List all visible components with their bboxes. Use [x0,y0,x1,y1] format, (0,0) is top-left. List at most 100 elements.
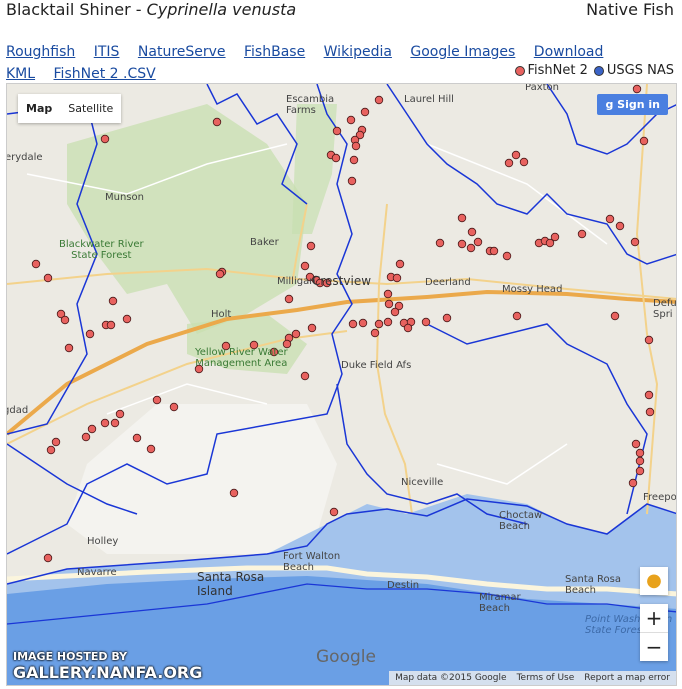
fishnet-observation-marker[interactable] [435,238,445,248]
fishnet-observation-marker[interactable] [122,314,132,324]
fishnet-observation-marker[interactable] [644,390,654,400]
terms-link[interactable]: Terms of Use [517,673,575,683]
fishnet-observation-marker[interactable] [635,466,645,476]
fishnet-observation-marker[interactable] [519,157,529,167]
fishnet-observation-marker[interactable] [31,259,41,269]
fishnet-observation-marker[interactable] [403,323,413,333]
fishnet-observation-marker[interactable] [331,153,341,163]
fishnet-observation-marker[interactable] [152,395,162,405]
fishnet-observation-marker[interactable] [645,407,655,417]
fishnet-observation-marker[interactable] [383,317,393,327]
fishnet-observation-marker[interactable] [43,273,53,283]
map-type-satellite-button[interactable]: Satellite [60,94,121,123]
fishnet-observation-marker[interactable] [390,307,400,317]
fishnet-observation-marker[interactable] [108,296,118,306]
fishnet-observation-marker[interactable] [46,445,56,455]
zoom-in-button[interactable]: + [640,604,668,632]
fishnet-observation-marker[interactable] [442,313,452,323]
link-fishnet-csv[interactable]: FishNet 2 .CSV [54,66,156,82]
fishnet-observation-marker[interactable] [347,176,357,186]
fishnet-observation-marker[interactable] [512,311,522,321]
zoom-out-button[interactable]: − [640,632,668,661]
native-status: Native Fish [586,0,674,19]
fishnet-observation-marker[interactable] [348,319,358,329]
fishnet-observation-marker[interactable] [383,289,393,299]
fishnet-observation-marker[interactable] [212,117,222,127]
label-laurel-hill: Laurel Hill [404,94,454,105]
fishnet-observation-marker[interactable] [169,402,179,412]
fishnet-observation-marker[interactable] [351,141,361,151]
fishnet-observation-marker[interactable] [511,150,521,160]
pegman-icon[interactable]: ● [640,567,668,595]
page-title: Blacktail Shiner - Cyprinella venusta [6,0,296,19]
fishnet-observation-marker[interactable] [421,317,431,327]
fishnet-observation-marker[interactable] [300,371,310,381]
fishnet-observation-marker[interactable] [132,433,142,443]
fishnet-observation-marker[interactable] [374,319,384,329]
fishnet-observation-marker[interactable] [635,448,645,458]
fishnet-observation-marker[interactable] [215,269,225,279]
link-google-images[interactable]: Google Images [410,44,515,60]
fishnet-observation-marker[interactable] [370,328,380,338]
fishnet-observation-marker[interactable] [110,418,120,428]
fishnet-observation-marker[interactable] [615,221,625,231]
fishnet-observation-marker[interactable] [360,107,370,117]
fishnet-observation-marker[interactable] [457,239,467,249]
sign-in-button[interactable]: g Sign in [597,94,668,115]
link-itis[interactable]: ITIS [94,44,120,60]
link-roughfish[interactable]: Roughfish [6,44,75,60]
fishnet-observation-marker[interactable] [384,299,394,309]
fishnet-observation-marker[interactable] [115,409,125,419]
fishnet-observation-marker[interactable] [628,478,638,488]
fishnet-observation-marker[interactable] [489,246,499,256]
link-wikipedia[interactable]: Wikipedia [324,44,392,60]
fishnet-observation-marker[interactable] [85,329,95,339]
fishnet-observation-marker[interactable] [466,243,476,253]
fishnet-observation-marker[interactable] [329,507,339,517]
fishnet-observation-marker[interactable] [457,213,467,223]
fishnet-observation-marker[interactable] [550,232,560,242]
map-type-map-button[interactable]: Map [18,94,60,123]
fishnet-observation-marker[interactable] [100,134,110,144]
map-canvas[interactable]: Escambia Farms Laurel Hill Paxton erydal… [6,83,677,686]
link-fishbase[interactable]: FishBase [244,44,305,60]
fishnet-observation-marker[interactable] [395,259,405,269]
fishnet-observation-marker[interactable] [349,155,359,165]
fishnet-observation-marker[interactable] [64,343,74,353]
fishnet-observation-marker[interactable] [577,229,587,239]
fishnet-observation-marker[interactable] [291,329,301,339]
fishnet-observation-marker[interactable] [630,237,640,247]
fishnet-observation-marker[interactable] [346,115,356,125]
fishnet-observation-marker[interactable] [610,311,620,321]
fishnet-observation-marker[interactable] [60,315,70,325]
fishnet-observation-marker[interactable] [635,456,645,466]
label-blackwater: Blackwater River State Forest [59,239,144,261]
fishnet-observation-marker[interactable] [100,418,110,428]
fishnet-observation-marker[interactable] [605,214,615,224]
fishnet-observation-marker[interactable] [332,126,342,136]
fishnet-observation-marker[interactable] [300,261,310,271]
fishnet-observation-marker[interactable] [639,136,649,146]
fishnet-observation-marker[interactable] [229,488,239,498]
fishnet-observation-marker[interactable] [467,227,477,237]
report-error-link[interactable]: Report a map error [584,673,670,683]
fishnet-observation-marker[interactable] [473,237,483,247]
fishnet-observation-marker[interactable] [51,437,61,447]
fishnet-observation-marker[interactable] [632,84,642,94]
fishnet-observation-marker[interactable] [374,95,384,105]
fishnet-observation-marker[interactable] [81,432,91,442]
fishnet-observation-marker[interactable] [358,318,368,328]
fishnet-observation-marker[interactable] [284,294,294,304]
link-natureserve[interactable]: NatureServe [138,44,226,60]
fishnet-observation-marker[interactable] [146,444,156,454]
fishnet-observation-marker[interactable] [644,335,654,345]
fishnet-observation-marker[interactable] [106,320,116,330]
fishnet-observation-marker[interactable] [392,273,402,283]
fishnet-observation-marker[interactable] [502,251,512,261]
fishnet-observation-marker[interactable] [504,158,514,168]
fishnet-observation-marker[interactable] [631,439,641,449]
fishnet-observation-marker[interactable] [307,323,317,333]
fishnet-observation-marker[interactable] [87,424,97,434]
fishnet-observation-marker[interactable] [306,241,316,251]
fishnet-observation-marker[interactable] [43,553,53,563]
